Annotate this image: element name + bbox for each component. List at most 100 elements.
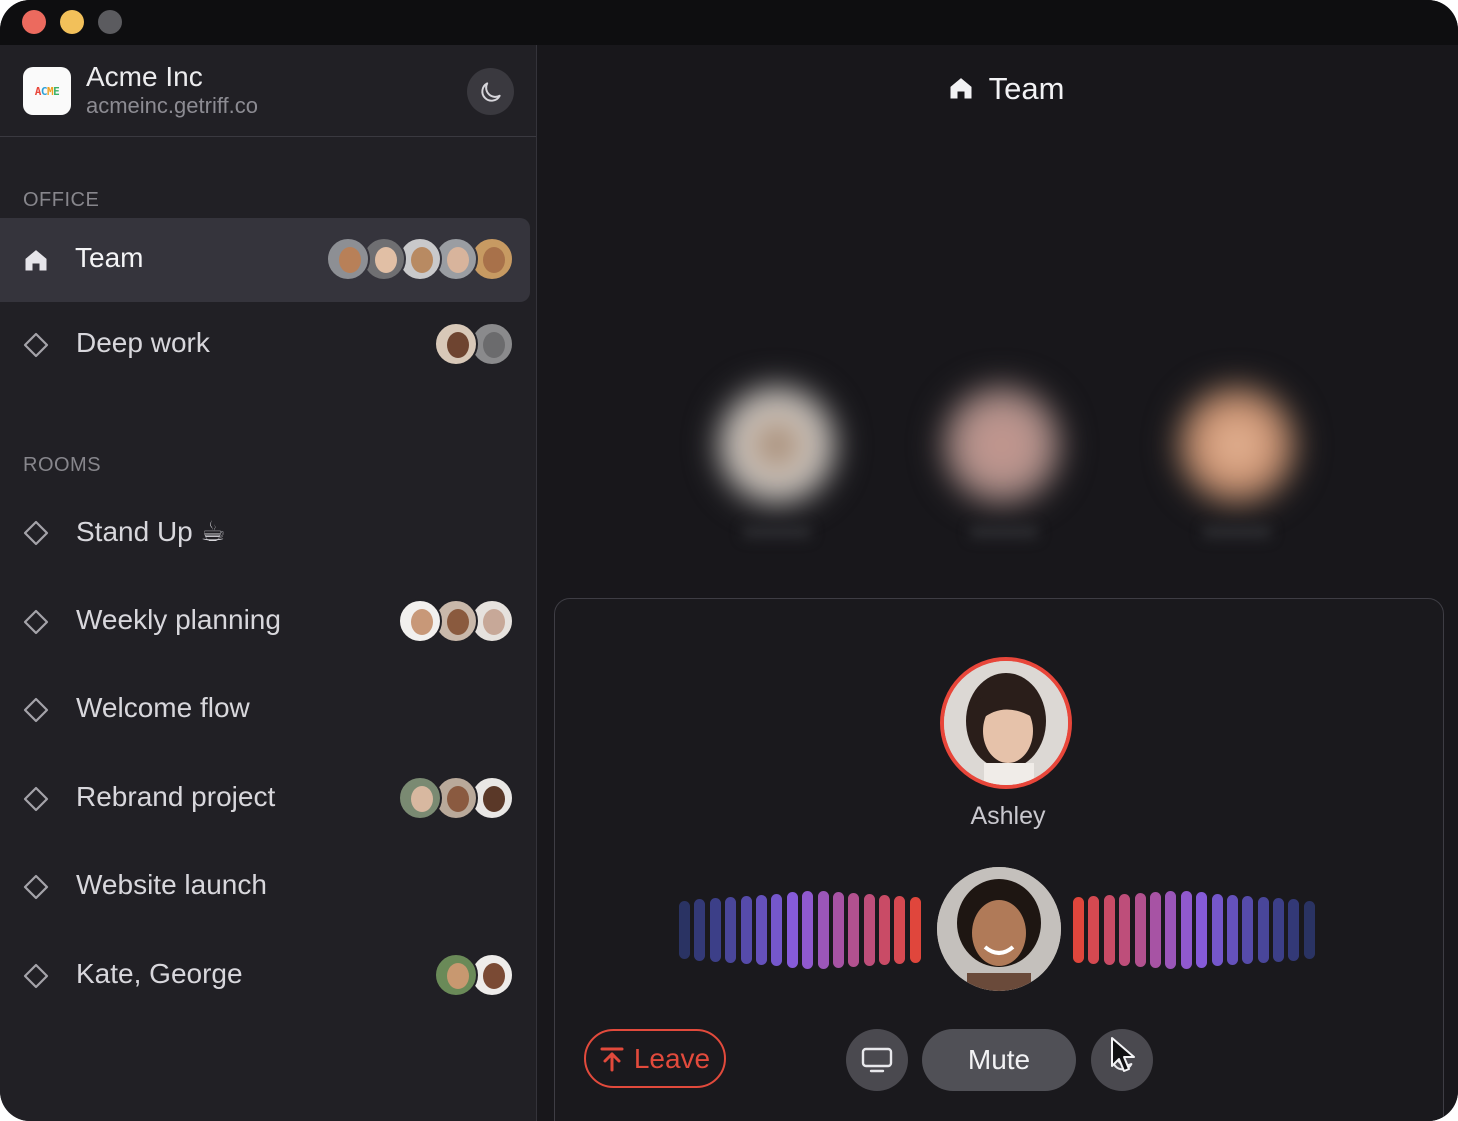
audio-waveform-right [1073, 891, 1319, 969]
waveform-bar [1103, 895, 1115, 965]
waveform-bar [709, 898, 721, 962]
avatar [434, 953, 478, 997]
waveform-bar [1119, 894, 1131, 966]
workspace-logo: ACME [23, 67, 71, 115]
sidebar-item-label: Kate, George [76, 958, 243, 989]
blurred-participant-name [742, 525, 812, 539]
section-label-rooms: ROOMS [23, 454, 102, 476]
waveform-bar [1211, 894, 1223, 966]
waveform-bar [1257, 897, 1269, 963]
avatar [326, 237, 370, 281]
waveform-bar [832, 892, 844, 968]
sidebar-item-label: Stand Up ☕ [76, 516, 226, 547]
waveform-bar [740, 896, 752, 964]
blurred-participant [712, 380, 842, 510]
diamond-icon [23, 963, 49, 989]
monitor-icon [861, 1047, 893, 1073]
home-icon [950, 78, 972, 99]
call-panel: Ashley Leave Mute [554, 598, 1444, 1121]
waveform-bar [1073, 897, 1084, 963]
sidebar-item-label: Team [75, 242, 144, 273]
waveform-bar [802, 891, 814, 969]
participant-avatars [434, 322, 514, 368]
waveform-bar [725, 897, 737, 963]
participant-avatars [434, 953, 514, 999]
section-label-office: OFFICE [23, 189, 100, 211]
blurred-participant-name [1202, 525, 1272, 539]
sidebar-item-label: Website launch [76, 869, 267, 900]
sidebar-item-label: Welcome flow [76, 692, 250, 723]
diamond-icon [23, 697, 49, 723]
diamond-icon [23, 874, 49, 900]
waveform-bar [1149, 892, 1161, 968]
main-area: Team Ashley Leave Mute [537, 45, 1458, 1121]
leave-label: Leave [633, 1042, 711, 1074]
sidebar-item-team[interactable]: Team [0, 218, 530, 302]
screen-share-button[interactable] [846, 1029, 908, 1091]
diamond-icon [23, 332, 49, 358]
waveform-bar [1226, 895, 1238, 965]
diamond-icon [23, 520, 49, 546]
waveform-bar [1288, 899, 1300, 961]
waveform-bar [755, 895, 767, 965]
workspace-name: Acme Inc [86, 61, 203, 92]
theme-toggle-button[interactable] [467, 68, 514, 115]
avatar [398, 599, 442, 643]
participant-avatars [398, 599, 514, 645]
workspace-domain: acmeinc.getriff.co [86, 93, 259, 118]
leave-button[interactable]: Leave [584, 1029, 726, 1088]
leave-icon [600, 1047, 624, 1071]
maximize-window-button[interactable] [98, 10, 122, 34]
blurred-participant [1172, 380, 1302, 510]
moon-icon [480, 81, 501, 102]
active-speaker-avatar [940, 657, 1072, 789]
home-icon [25, 250, 47, 271]
waveform-bar [848, 893, 860, 967]
waveform-bar [1303, 901, 1315, 959]
waveform-bar [863, 894, 875, 966]
waveform-bar [909, 897, 921, 963]
sidebar-item-welcome-flow[interactable]: Welcome flow [0, 668, 530, 752]
workspace-header: ACME Acme Inc acmeinc.getriff.co [0, 45, 536, 137]
sidebar-item-rebrand-project[interactable]: Rebrand project [0, 757, 530, 841]
minimize-window-button[interactable] [60, 10, 84, 34]
waveform-bar [1165, 891, 1177, 969]
sidebar-item-stand-up[interactable]: Stand Up ☕ [0, 491, 530, 575]
waveform-bar [894, 896, 906, 964]
sidebar-item-label: Weekly planning [76, 604, 281, 635]
sidebar-item-weekly-planning[interactable]: Weekly planning [0, 580, 530, 664]
waveform-bar [1134, 893, 1146, 967]
waveform-bar [679, 901, 690, 959]
sidebar-item-website-launch[interactable]: Website launch [0, 845, 530, 929]
mute-button[interactable]: Mute [922, 1029, 1076, 1091]
sidebar-item-label: Rebrand project [76, 781, 276, 812]
sidebar: ACME Acme Inc acmeinc.getriff.co OFFICE … [0, 45, 537, 1121]
avatar [398, 776, 442, 820]
mute-label: Mute [967, 1044, 1031, 1075]
waveform-bar [1196, 892, 1208, 968]
blurred-participant-name [969, 525, 1039, 539]
waveform-bar [879, 895, 891, 965]
waveform-bar [817, 891, 829, 969]
avatar [434, 322, 478, 366]
waveform-bar [1088, 896, 1100, 964]
participant-avatars [398, 776, 514, 822]
sidebar-item-label: Deep work [76, 327, 210, 358]
sidebar-item-kate-george[interactable]: Kate, George [0, 934, 530, 1018]
app-window: ACME Acme Inc acmeinc.getriff.co OFFICE … [0, 0, 1458, 1121]
room-header: Team [537, 71, 1458, 107]
sidebar-item-deep-work[interactable]: Deep work [0, 303, 530, 387]
waveform-bar [771, 894, 783, 966]
participant-avatars [326, 237, 514, 283]
waveform-bar [1273, 898, 1285, 962]
diamond-icon [23, 786, 49, 812]
waveform-bar [786, 892, 798, 968]
mouse-cursor-icon [1111, 1037, 1135, 1072]
waveform-bar [1180, 891, 1192, 969]
waveform-bar [1242, 896, 1254, 964]
active-speaker-name: Ashley [970, 802, 1046, 830]
blurred-participant [937, 380, 1067, 510]
audio-waveform-left [679, 891, 925, 969]
close-window-button[interactable] [22, 10, 46, 34]
self-avatar [937, 867, 1061, 991]
